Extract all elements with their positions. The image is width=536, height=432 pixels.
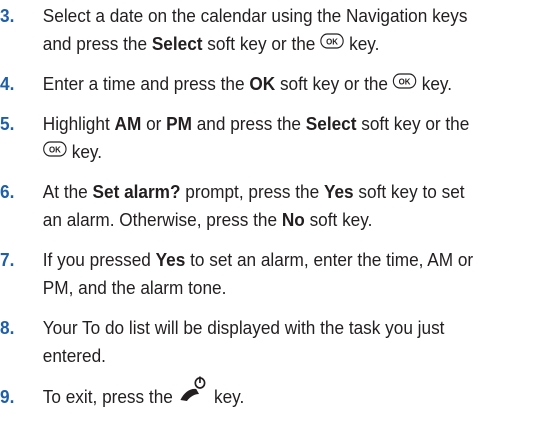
step-line: Select a date on the calendar using the … (43, 2, 536, 30)
text-run: key. (209, 386, 245, 407)
step-line: PM, and the alarm tone. (43, 274, 536, 302)
step-line: To exit, press the key. (42, 376, 536, 411)
step-line: and press the Select soft key or the OK … (43, 30, 536, 58)
set-alarm-prompt-label: Set alarm? (92, 181, 181, 202)
end-power-key-icon (178, 375, 210, 411)
step-number: 7. (0, 249, 15, 270)
step-line: an alarm. Otherwise, press the No soft k… (43, 206, 536, 234)
step-line: Enter a time and press the OK soft key o… (43, 70, 536, 98)
text-run: Select a date on the calendar using the … (42, 5, 468, 26)
text-run: If you pressed (42, 249, 156, 270)
step-number: 5. (0, 113, 15, 134)
yes-label: Yes (155, 249, 186, 270)
select-softkey-label: Select (151, 33, 203, 54)
text-run: entered. (42, 345, 106, 366)
text-run: an alarm. Otherwise, press the (42, 209, 282, 230)
text-run: or (141, 113, 167, 134)
text-run: PM, and the alarm tone. (42, 277, 227, 298)
step-text: Highlight AM or PM and press the Select … (43, 110, 536, 166)
select-softkey-label: Select (305, 113, 357, 134)
step-line: OK key. (43, 138, 536, 166)
ok-key-label: OK (399, 77, 411, 86)
text-run: soft key. (304, 209, 373, 230)
text-run: soft key or the (356, 113, 470, 134)
am-label: AM (114, 113, 142, 134)
text-run: and press the (191, 113, 306, 134)
text-run: to set an alarm, enter the time, AM or (185, 249, 474, 270)
step-line: At the Set alarm? prompt, press the Yes … (43, 178, 536, 206)
step-text: Enter a time and press the OK soft key o… (43, 70, 536, 98)
step-text: Your To do list will be displayed with t… (43, 314, 536, 370)
step-number: 6. (0, 181, 15, 202)
text-run: soft key or the (202, 33, 321, 54)
step-line: Your To do list will be displayed with t… (43, 314, 536, 342)
step-number: 3. (0, 5, 15, 26)
text-run: key. (66, 141, 103, 162)
step-text: At the Set alarm? prompt, press the Yes … (43, 178, 536, 234)
ok-softkey-label: OK (249, 73, 276, 94)
text-run: soft key to set (353, 181, 465, 202)
ok-key-icon: OK (393, 69, 417, 97)
text-run: and press the (42, 33, 152, 54)
text-run: Enter a time and press the (42, 73, 250, 94)
step-text: Select a date on the calendar using the … (43, 2, 536, 58)
text-run: prompt, press the (180, 181, 324, 202)
ok-key-icon: OK (320, 29, 344, 57)
text-run: soft key or the (275, 73, 393, 94)
ok-key-label: OK (326, 37, 338, 46)
ok-key-icon: OK (43, 137, 67, 165)
step-text: To exit, press the key. (42, 376, 536, 411)
yes-softkey-label: Yes (323, 181, 354, 202)
step-line: entered. (43, 342, 536, 370)
step-number: 8. (0, 317, 15, 338)
step-text: If you pressed Yes to set an alarm, ente… (43, 246, 536, 302)
step-line: Highlight AM or PM and press the Select … (43, 110, 536, 138)
step-number: 4. (0, 73, 15, 94)
step-number: 9. (0, 386, 15, 407)
ok-key-label: OK (49, 145, 61, 154)
text-run: Highlight (42, 113, 115, 134)
text-run: key. (416, 73, 453, 94)
text-run: At the (42, 181, 93, 202)
text-run: Your To do list will be displayed with t… (42, 317, 445, 338)
pm-label: PM (166, 113, 192, 134)
no-softkey-label: No (281, 209, 305, 230)
text-run: To exit, press the (42, 386, 178, 407)
step-line: If you pressed Yes to set an alarm, ente… (43, 246, 536, 274)
text-run: key. (344, 33, 380, 54)
